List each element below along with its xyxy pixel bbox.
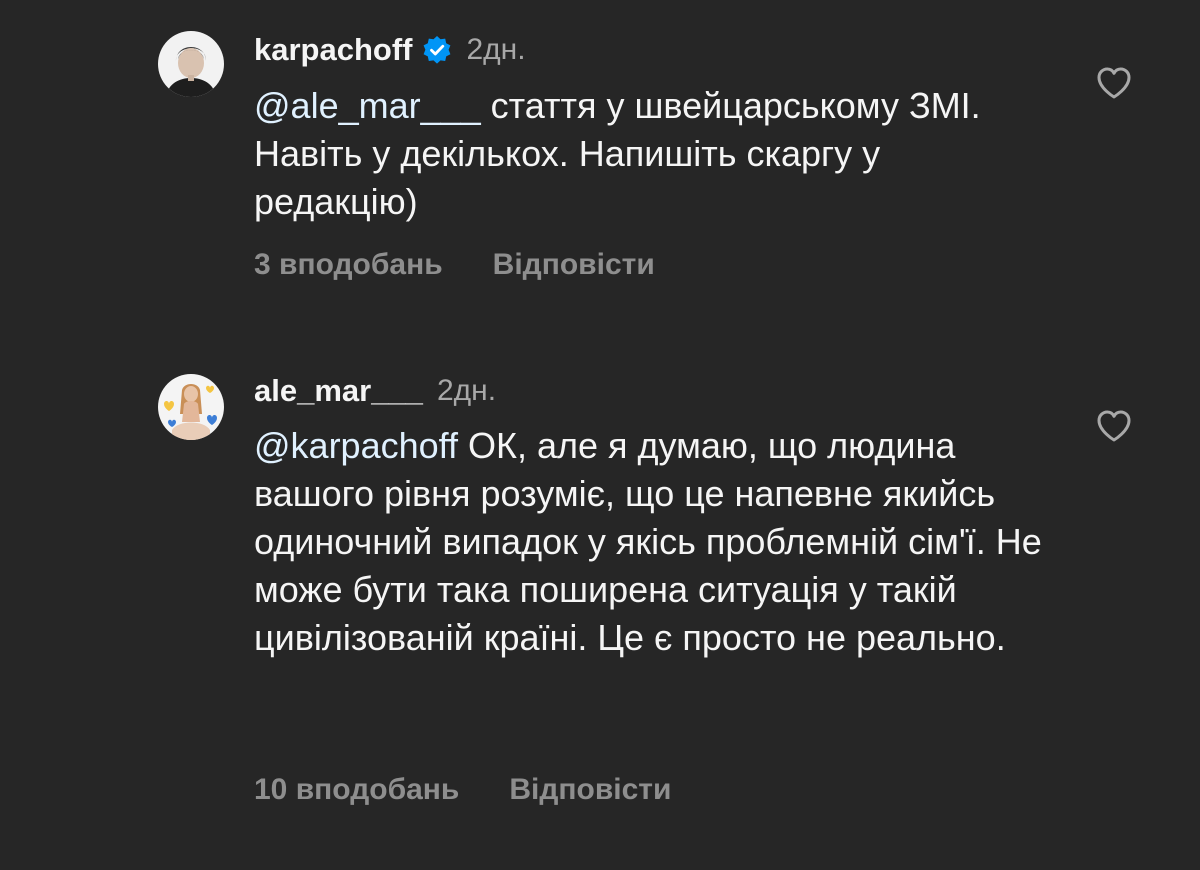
comment-actions: 10 вподобань Відповісти — [254, 773, 671, 807]
avatar[interactable] — [158, 31, 224, 97]
comment-time: 2дн. — [466, 33, 526, 66]
reply-button[interactable]: Відповісти — [493, 248, 655, 282]
likes-count[interactable]: 10 вподобань — [254, 773, 459, 807]
comment-item: karpachoff 2дн. @ale_mar___ стаття у шве… — [0, 0, 1200, 330]
mention-link[interactable]: @ale_mar___ — [254, 85, 481, 126]
mention-link[interactable]: @karpachoff — [254, 425, 458, 466]
comment-text: @karpachoff ОК, але я думаю, що людина в… — [254, 422, 1044, 662]
comment-header: karpachoff 2дн. — [254, 28, 526, 72]
comment-text: @ale_mar___ стаття у швейцарському ЗМІ. … — [254, 82, 1044, 226]
username[interactable]: ale_mar___ — [254, 373, 423, 409]
username[interactable]: karpachoff — [254, 32, 412, 68]
heart-outline-icon[interactable] — [1094, 406, 1134, 446]
avatar[interactable] — [158, 374, 224, 440]
reply-button[interactable]: Відповісти — [509, 773, 671, 807]
comment-actions: 3 вподобань Відповісти — [254, 248, 655, 282]
comment-item: ale_mar___ 2дн. @karpachoff ОК, але я ду… — [0, 360, 1200, 830]
verified-badge-icon — [422, 35, 452, 65]
comment-time: 2дн. — [436, 374, 497, 407]
comment-header: ale_mar___ 2дн. — [254, 369, 496, 413]
heart-outline-icon[interactable] — [1094, 63, 1134, 103]
likes-count[interactable]: 3 вподобань — [254, 248, 443, 282]
